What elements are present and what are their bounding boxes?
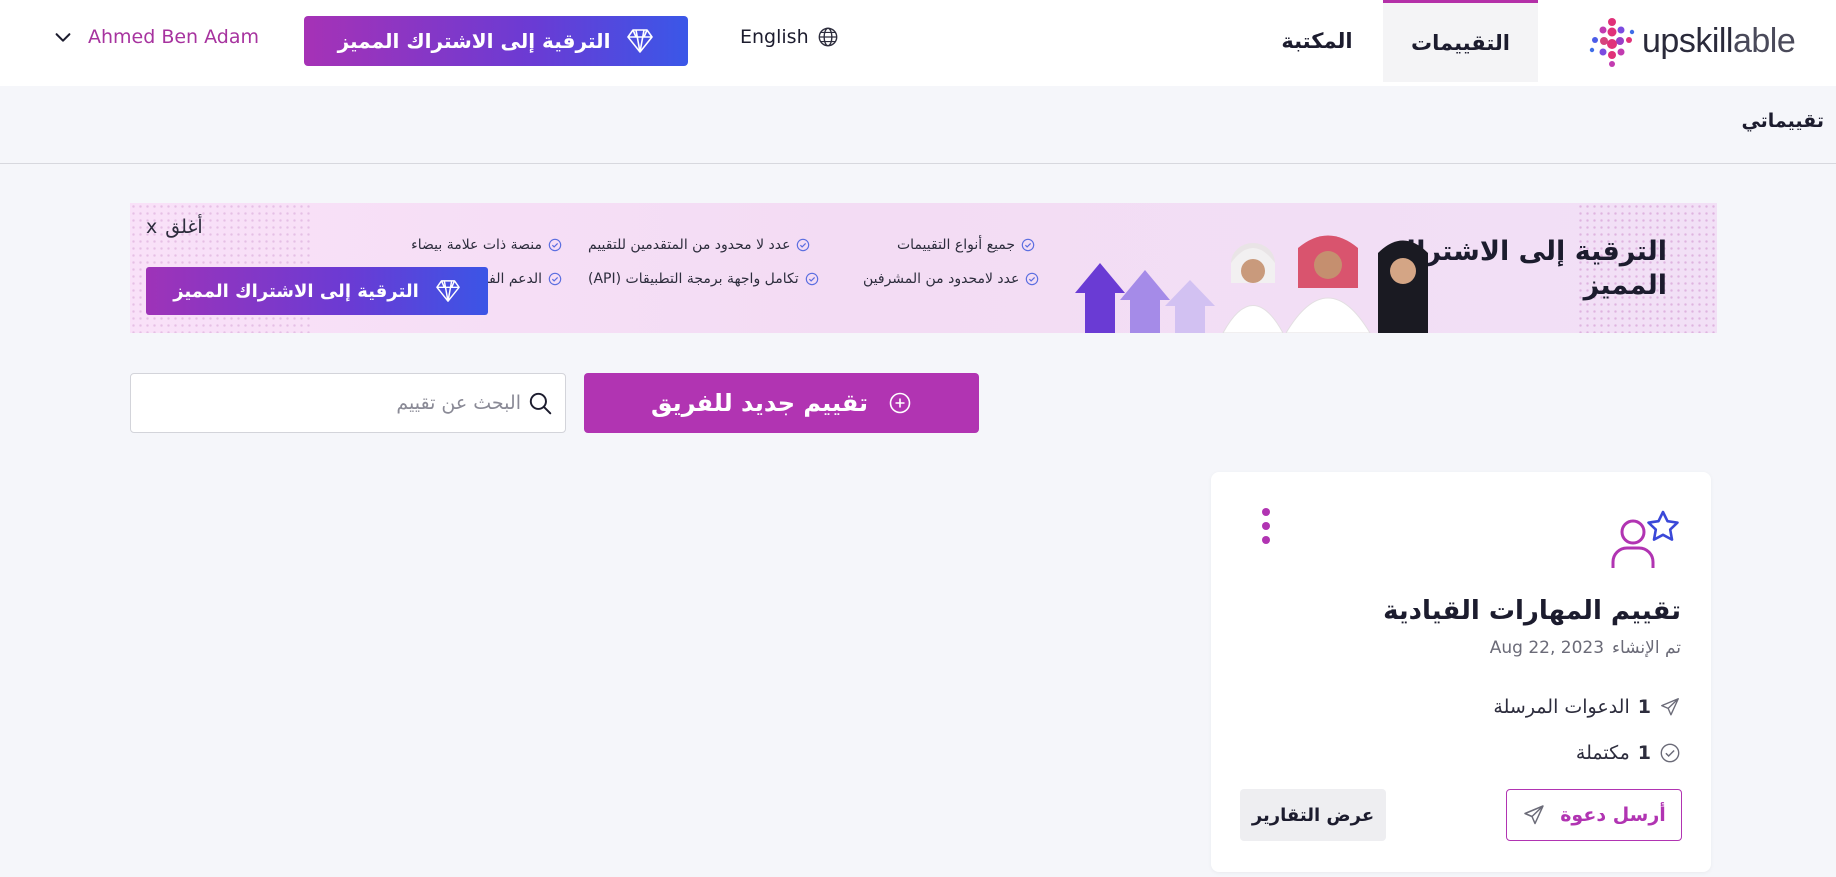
created-label: تم الإنشاء <box>1612 638 1681 658</box>
view-reports-button[interactable]: عرض التقارير <box>1240 789 1386 841</box>
created-date: تم الإنشاء Aug 22, 2023 <box>1490 638 1681 658</box>
created-date-value: Aug 22, 2023 <box>1489 638 1605 658</box>
user-menu[interactable]: Ahmed Ben Adam <box>52 26 259 48</box>
people-illustration <box>1222 235 1428 333</box>
completed-count: 1 <box>1637 742 1651 764</box>
invites-sent-stat: 1 الدعوات المرسلة <box>1493 696 1681 718</box>
banner-feature-label: جميع أنواع التقييمات <box>897 237 1016 253</box>
banner-upgrade-button[interactable]: الترقية إلى الاشتراك المميز <box>146 267 488 315</box>
send-invite-button[interactable]: أرسل دعوة <box>1506 789 1682 841</box>
plus-circle-icon <box>889 392 911 414</box>
invites-label: الدعوات المرسلة <box>1493 696 1630 718</box>
check-circle-icon <box>797 238 810 252</box>
upgrade-banner: الترقية إلى الاشتراك المميز جميع أنواع ا… <box>130 203 1717 333</box>
language-label: English <box>740 26 809 48</box>
banner-feature: تكامل واجهة برمجة التطبيقات (API) <box>588 271 819 287</box>
more-options-icon[interactable] <box>1259 508 1273 544</box>
banner-upgrade-label: الترقية إلى الاشتراك المميز <box>173 280 419 302</box>
tab-assessments-label: التقييمات <box>1411 30 1510 55</box>
search-box <box>130 373 566 433</box>
banner-feature: جميع أنواع التقييمات <box>897 237 1035 253</box>
user-star-icon <box>1611 510 1679 568</box>
search-input[interactable] <box>221 392 521 414</box>
logo-text-part2: able <box>1732 21 1796 60</box>
logo-text: upskillable <box>1642 21 1796 61</box>
banner-feature: منصة ذات علامة بيضاء <box>398 237 562 253</box>
close-label: أغلق <box>165 216 203 238</box>
diamond-icon <box>627 29 654 53</box>
assessment-title[interactable]: تقييم المهارات القيادية <box>1383 596 1681 626</box>
globe-icon <box>818 27 838 47</box>
upgrade-label: الترقية إلى الاشتراك المميز <box>337 29 611 53</box>
banner-feature-label: تكامل واجهة برمجة التطبيقات (API) <box>588 271 799 287</box>
growth-arrows-icon <box>1075 263 1215 333</box>
banner-feature-label: عدد لا محدود من المتقدمين للتقييم <box>588 237 791 253</box>
new-assessment-label: تقييم جديد للفريق <box>650 389 869 417</box>
search-icon <box>529 392 552 415</box>
logo-text-part1: upskill <box>1642 21 1733 60</box>
send-invite-label: أرسل دعوة <box>1560 804 1666 826</box>
new-team-assessment-button[interactable]: تقييم جديد للفريق <box>584 373 979 433</box>
diamond-icon <box>435 280 460 302</box>
completed-label: مكتملة <box>1575 742 1630 764</box>
upskillable-logo[interactable]: upskillable <box>1586 14 1796 68</box>
close-x-icon: x <box>146 216 158 238</box>
chevron-down-icon <box>55 33 71 42</box>
view-reports-label: عرض التقارير <box>1251 804 1375 826</box>
check-circle-icon <box>805 272 818 286</box>
banner-feature: عدد لامحدود من المشرفين <box>863 271 1039 287</box>
upgrade-premium-button[interactable]: الترقية إلى الاشتراك المميز <box>304 16 688 66</box>
banner-close-button[interactable]: x أغلق <box>146 216 203 238</box>
logo-mark-icon <box>1589 18 1635 67</box>
tab-library[interactable]: المكتبة <box>1262 0 1372 82</box>
send-icon <box>1661 698 1679 716</box>
completed-stat: 1 مكتملة <box>1576 742 1681 764</box>
banner-feature-label: منصة ذات علامة بيضاء <box>411 237 542 253</box>
invites-count: 1 <box>1637 696 1651 718</box>
check-circle-icon <box>1026 272 1039 286</box>
breadcrumb: تقييماتي <box>1741 110 1824 132</box>
assessment-card: تقييم المهارات القيادية تم الإنشاء Aug 2… <box>1211 472 1711 872</box>
check-circle-icon <box>548 272 562 286</box>
user-name: Ahmed Ben Adam <box>88 26 260 48</box>
breadcrumb-bar: تقييماتي <box>0 86 1836 164</box>
banner-feature-label: عدد لامحدود من المشرفين <box>863 271 1020 287</box>
check-circle-icon <box>548 238 562 252</box>
check-circle-icon <box>1660 743 1680 763</box>
check-circle-icon <box>1021 238 1035 252</box>
tab-assessments[interactable]: التقييمات <box>1383 0 1538 82</box>
tab-library-label: المكتبة <box>1281 29 1353 53</box>
top-navigation-bar: Ahmed Ben Adam الترقية إلى الاشتراك المم… <box>0 0 1836 86</box>
banner-feature: عدد لا محدود من المتقدمين للتقييم <box>588 237 810 253</box>
send-icon <box>1524 805 1544 825</box>
language-switcher[interactable]: English <box>740 26 839 48</box>
